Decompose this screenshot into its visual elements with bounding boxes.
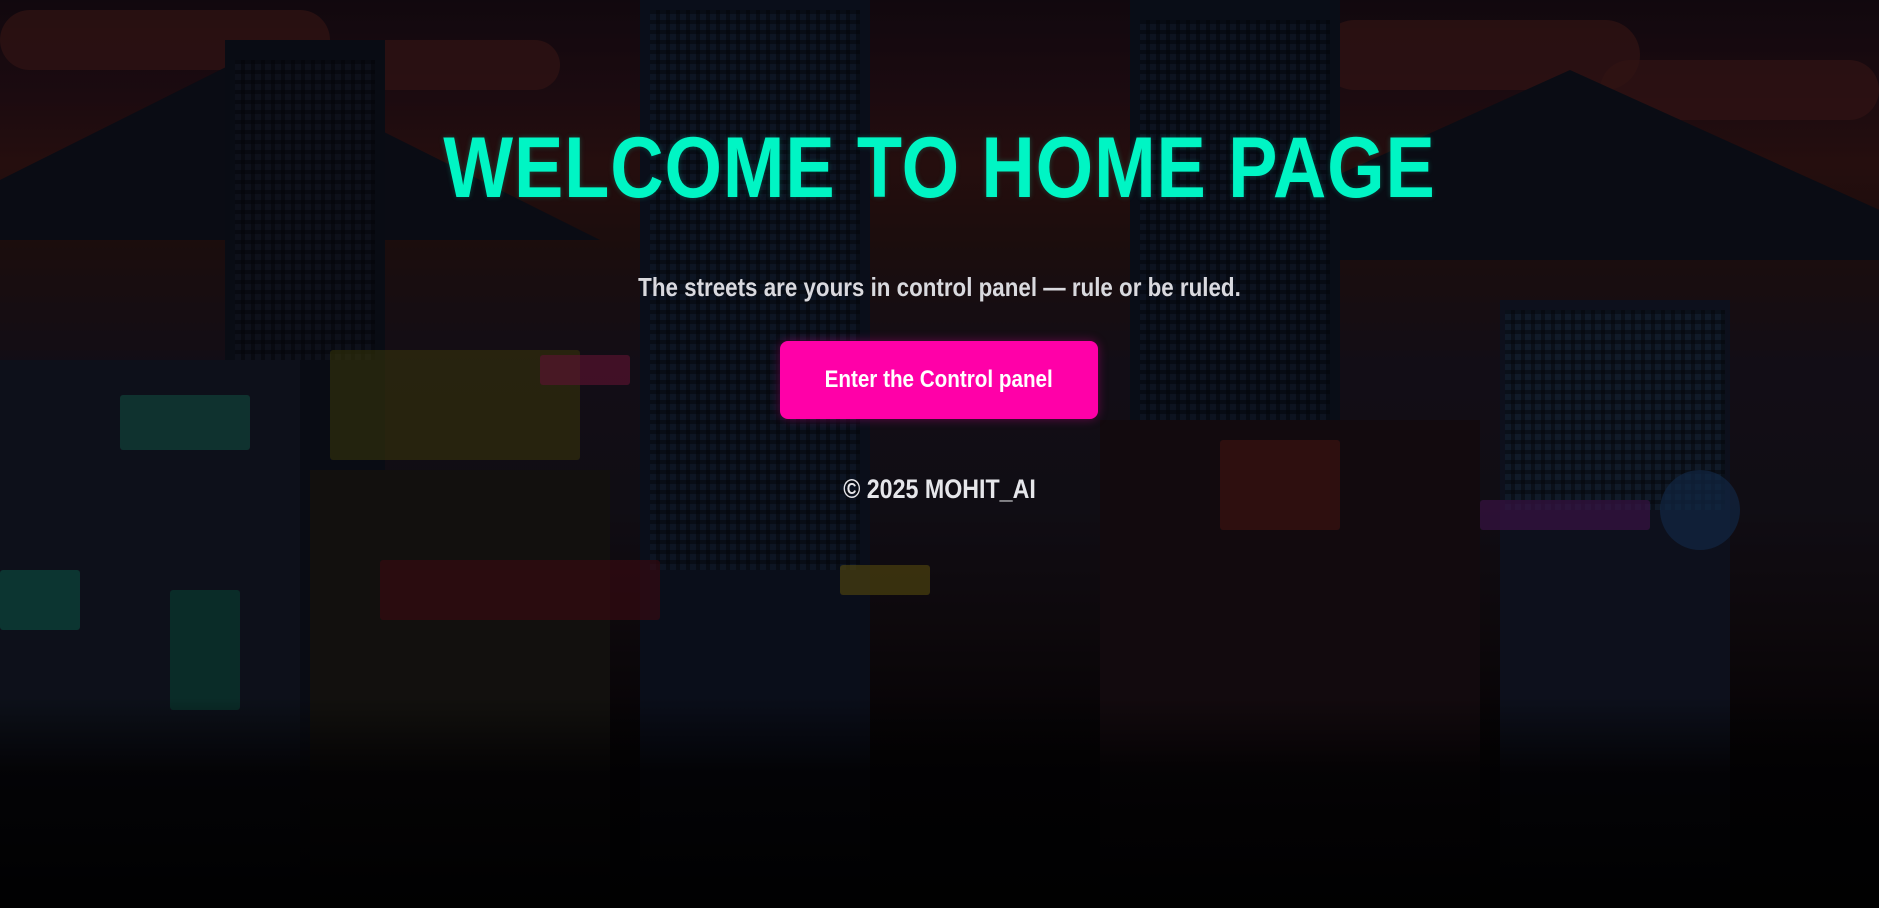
enter-control-panel-label: Enter the Control panel bbox=[824, 366, 1054, 393]
tagline: The streets are yours in control panel —… bbox=[638, 272, 1241, 302]
copyright-text: © 2025 MOHIT_AI bbox=[843, 474, 1036, 504]
page: WELCOME TO HOME PAGE The streets are you… bbox=[0, 0, 1879, 908]
page-title: WELCOME TO HOME PAGE bbox=[443, 120, 1436, 216]
enter-control-panel-button[interactable]: Enter the Control panel bbox=[780, 341, 1098, 419]
